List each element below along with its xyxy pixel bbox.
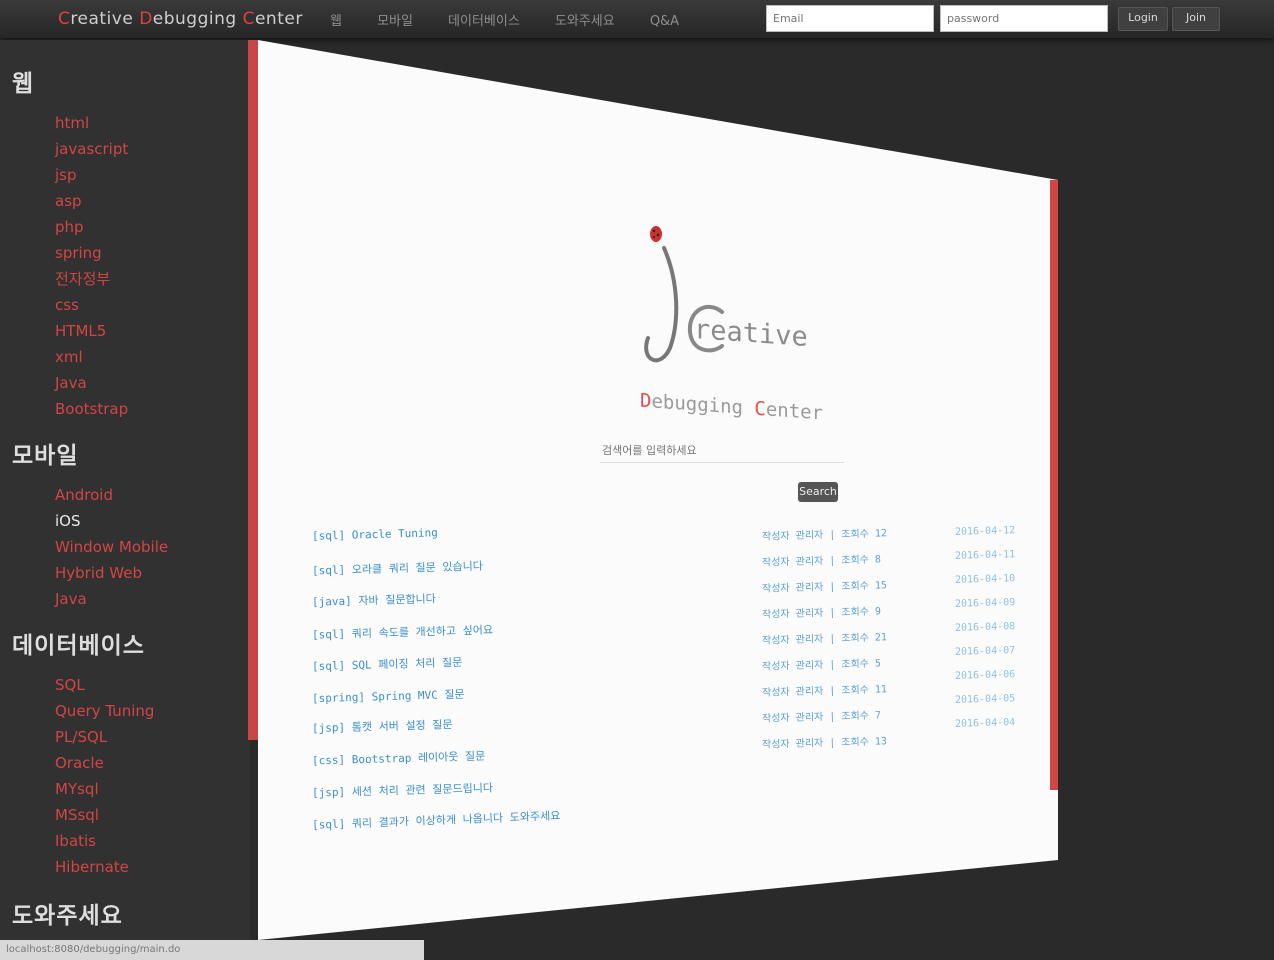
tagline-letter-c: C [754,397,766,421]
tagline-letter-d: D [640,389,652,413]
post-date: 2016-04-05 [954,693,1016,706]
main-content: reative Debugging Center Search [sql] Or… [0,0,1274,960]
search-input[interactable] [600,438,844,463]
post-date: 2016-04-07 [954,645,1016,658]
post-date: 2016-04-08 [954,621,1016,634]
search-button[interactable]: Search [798,482,838,502]
post-date: 2016-04-09 [954,597,1016,610]
post-date: 2016-04-06 [954,669,1016,682]
post-date: 2016-04-10 [954,573,1016,586]
post-date: 2016-04-11 [954,549,1016,562]
post-date: 2016-04-04 [954,717,1016,730]
post-date: 2016-04-12 [954,525,1016,538]
tagline-word-enter: enter [765,398,824,425]
content-accent-bar [1050,180,1058,790]
content-panel [258,40,1058,940]
